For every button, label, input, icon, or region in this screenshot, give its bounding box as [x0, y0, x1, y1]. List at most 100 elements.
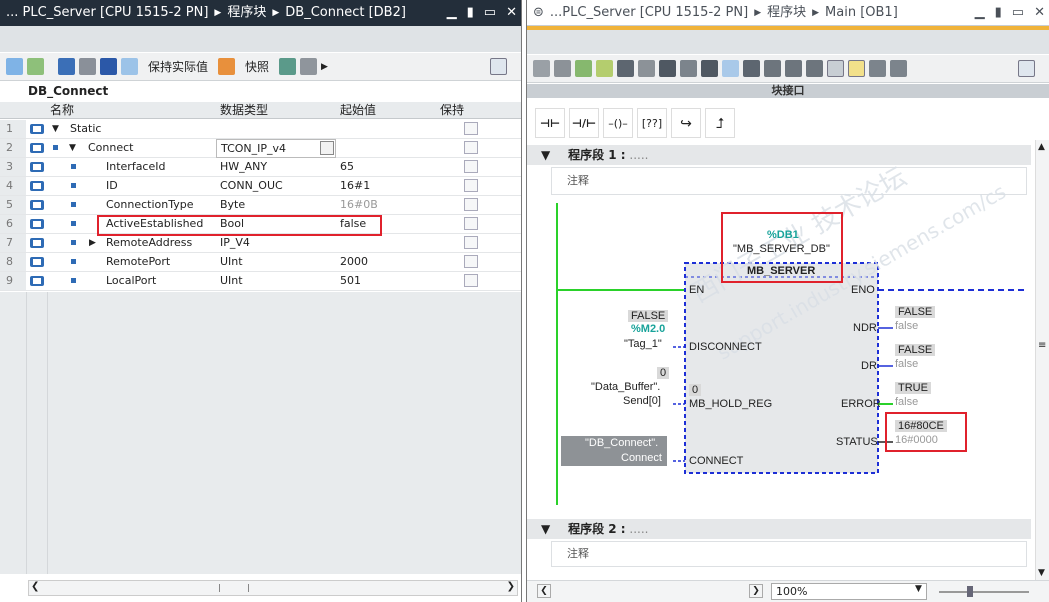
layout-icon[interactable]	[1018, 60, 1035, 77]
col-type-header[interactable]: 数据类型	[220, 102, 268, 119]
maximize-icon[interactable]: ▮	[995, 0, 1002, 25]
table-row[interactable]: 1 ▼ Static	[0, 120, 521, 139]
monitor-icon[interactable]	[121, 58, 138, 75]
disconnect-tag[interactable]: "Tag_1"	[624, 338, 662, 350]
retain-checkbox[interactable]	[464, 255, 478, 268]
table-row[interactable]: 4 ID CONN_OUC 16#1	[0, 177, 521, 196]
vertical-scrollbar[interactable]: ▲ ≡ ▼	[1035, 140, 1049, 580]
retain-checkbox[interactable]	[464, 274, 478, 287]
scroll-down-icon[interactable]: ▼	[1038, 568, 1045, 578]
scroll-left-icon[interactable]: ❮	[31, 581, 39, 592]
scroll-thumb[interactable]	[219, 584, 249, 592]
tool-icon[interactable]	[701, 60, 718, 77]
col-name-header[interactable]: 名称	[50, 102, 74, 119]
collapse-arrow-icon[interactable]: ▼	[69, 139, 76, 157]
minimize-icon[interactable]: ▁	[975, 0, 985, 25]
retain-checkbox[interactable]	[464, 198, 478, 211]
scroll-up-icon[interactable]: ▲	[1038, 142, 1045, 152]
expand-icon[interactable]	[58, 58, 75, 75]
scroll-left-icon[interactable]: ❮	[537, 584, 551, 598]
insert-row-icon[interactable]	[6, 58, 23, 75]
tool-icon[interactable]	[764, 60, 781, 77]
list-icon[interactable]	[100, 58, 117, 75]
connect-tag-2[interactable]: Connect	[621, 452, 662, 464]
scroll-right-icon[interactable]: ❯	[749, 584, 763, 598]
restore-icon[interactable]: ▭	[1012, 0, 1024, 25]
tool-icon[interactable]	[554, 60, 571, 77]
zoom-slider-thumb[interactable]	[967, 586, 973, 597]
zoom-select[interactable]: 100%	[771, 583, 927, 600]
tool-icon[interactable]	[617, 60, 634, 77]
hold-reg-tag-1[interactable]: "Data_Buffer".	[591, 381, 660, 393]
horizontal-scrollbar[interactable]: ❮ ❯	[28, 580, 518, 596]
type-field[interactable]: TCON_IP_v4	[216, 139, 336, 158]
monitor-toggle-icon[interactable]	[848, 60, 865, 77]
tool-icon[interactable]	[743, 60, 760, 77]
open-branch-icon[interactable]: ↪	[671, 108, 701, 138]
network-2-comment[interactable]: 注释	[551, 541, 1027, 567]
empty-box-icon[interactable]: [??]	[637, 108, 667, 138]
network-2-header[interactable]: ▼ 程序段 2 : .....	[527, 519, 1031, 539]
tool-icon[interactable]	[596, 60, 613, 77]
minimize-icon[interactable]: ▁	[447, 0, 457, 26]
collapse-arrow-icon[interactable]: ▼	[52, 120, 59, 138]
tool-icon[interactable]	[806, 60, 823, 77]
retain-checkbox[interactable]	[464, 179, 478, 192]
scroll-grip-icon[interactable]: ≡	[1038, 340, 1046, 351]
table-row[interactable]: 5 ConnectionType Byte 16#0B	[0, 196, 521, 215]
block-interface-bar[interactable]: 块接口	[527, 84, 1049, 98]
retain-checkbox[interactable]	[464, 217, 478, 230]
restore-icon[interactable]: ▭	[484, 0, 496, 26]
add-row-icon[interactable]	[27, 58, 44, 75]
type-picker-icon[interactable]	[320, 141, 334, 155]
start-value[interactable]: 2000	[340, 253, 368, 271]
start-value[interactable]: 65	[340, 158, 354, 176]
tool-icon[interactable]	[869, 60, 886, 77]
keep-actual-button[interactable]: 保持实际值	[148, 58, 208, 75]
tool-icon[interactable]	[680, 60, 697, 77]
layout-icon[interactable]	[490, 58, 507, 75]
retain-checkbox[interactable]	[464, 122, 478, 135]
scroll-right-icon[interactable]: ❯	[507, 581, 515, 592]
network-collapse-icon[interactable]: ▼	[541, 522, 550, 536]
retain-checkbox[interactable]	[464, 160, 478, 173]
network-1-comment[interactable]: 注释	[551, 167, 1027, 195]
table-row[interactable]: 3 InterfaceId HW_ANY 65	[0, 158, 521, 177]
tool-icon[interactable]	[638, 60, 655, 77]
table-row[interactable]: 9 LocalPort UInt 501	[0, 272, 521, 291]
nc-contact-icon[interactable]: ⊣/⊢	[569, 108, 599, 138]
coil-icon[interactable]: –()–	[603, 108, 633, 138]
copy-snapshot-icon[interactable]	[279, 58, 297, 75]
tool-icon[interactable]	[533, 60, 550, 77]
start-value[interactable]: 16#0B	[340, 196, 378, 214]
tool-icon[interactable]	[659, 60, 676, 77]
zoom-slider[interactable]	[939, 591, 1029, 593]
close-icon[interactable]: ✕	[506, 0, 517, 26]
tool-icon[interactable]	[827, 60, 844, 77]
no-contact-icon[interactable]: ⊣⊢	[535, 108, 565, 138]
zoom-dropdown-icon[interactable]: ▼	[915, 584, 922, 594]
maximize-icon[interactable]: ▮	[467, 0, 474, 26]
start-value[interactable]: 16#1	[340, 177, 370, 195]
retain-checkbox[interactable]	[464, 236, 478, 249]
col-retain-header[interactable]: 保持	[440, 102, 464, 119]
network-1-header[interactable]: ▼ 程序段 1 : .....	[527, 145, 1031, 165]
table-row[interactable]: 2 ▼ Connect TCON_IP_v4	[0, 139, 521, 158]
close-branch-icon[interactable]: ⮥	[705, 108, 735, 138]
table-row[interactable]: 8 RemotePort UInt 2000	[0, 253, 521, 272]
snapshot-button[interactable]: 快照	[245, 58, 269, 75]
tool-icon[interactable]	[785, 60, 802, 77]
table-row[interactable]: 7 ▶ RemoteAddress IP_V4	[0, 234, 521, 253]
close-icon[interactable]: ✕	[1034, 0, 1045, 25]
tool-icon[interactable]	[575, 60, 592, 77]
snapshot-db-icon[interactable]	[218, 58, 236, 75]
expand-arrow-icon[interactable]: ▶	[89, 234, 96, 252]
collapse-icon[interactable]	[79, 58, 96, 75]
start-value[interactable]: 501	[340, 272, 361, 290]
col-start-header[interactable]: 起始值	[340, 102, 376, 119]
retain-checkbox[interactable]	[464, 141, 478, 154]
load-snapshot-icon[interactable]	[300, 58, 318, 75]
hold-reg-tag-2[interactable]: Send[0]	[623, 395, 661, 407]
tool-icon[interactable]	[722, 60, 739, 77]
more-arrow-icon[interactable]: ▶	[321, 62, 328, 72]
